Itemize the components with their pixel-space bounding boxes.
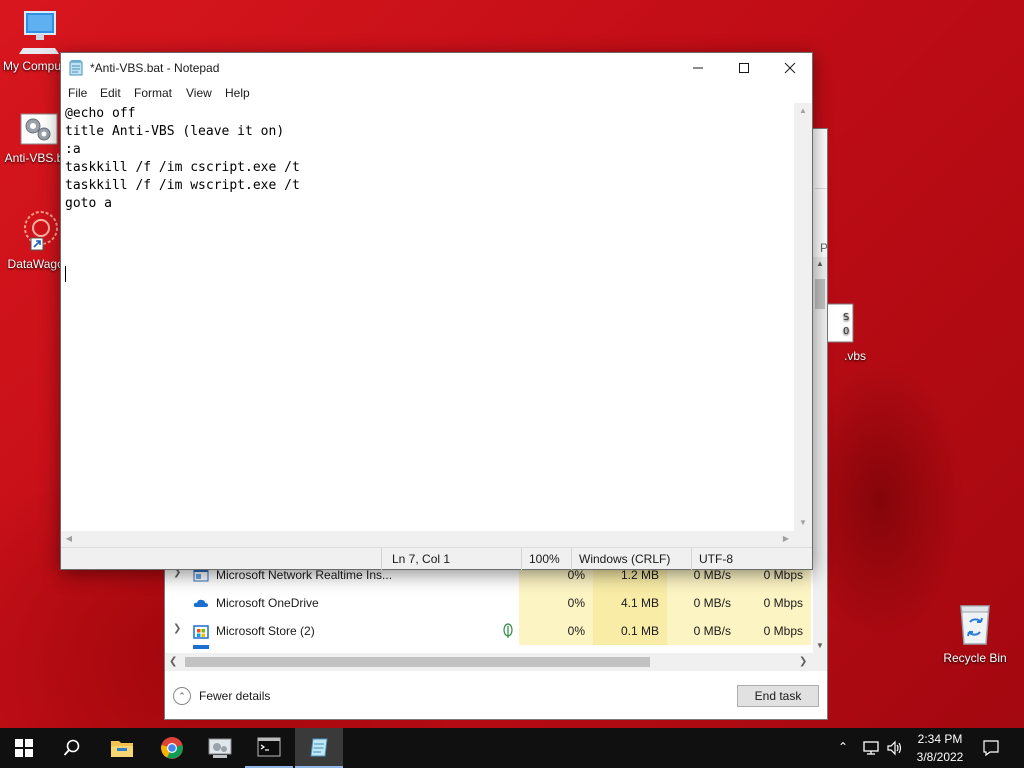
cursor-position: Ln 7, Col 1 xyxy=(392,552,451,566)
window-title: *Anti-VBS.bat - Notepad xyxy=(90,61,220,75)
disk-cell: 0 MB/s xyxy=(667,589,739,617)
scroll-right-arrow-icon[interactable]: ❯ xyxy=(799,653,807,671)
svg-text:S: S xyxy=(843,312,849,323)
taskbar: ⌃ 2:34 PM 3/8/2022 xyxy=(0,728,1024,768)
minimize-button[interactable] xyxy=(675,53,721,83)
expand-chevron-icon[interactable]: ❯ xyxy=(173,623,181,634)
computer-icon xyxy=(19,11,59,54)
table-row[interactable]: ❯ Microsoft Store (2) 0% 0.1 MB 0 MB/s 0… xyxy=(165,617,827,645)
scroll-left-arrow-icon[interactable]: ❮ xyxy=(169,653,177,671)
volume-icon[interactable] xyxy=(886,739,904,757)
scroll-up-arrow-icon[interactable]: ▲ xyxy=(794,103,812,119)
notification-icon[interactable] xyxy=(982,739,1000,757)
process-name: Microsoft Store (2) xyxy=(216,624,315,638)
cpu-cell: 0% xyxy=(519,589,593,617)
batch-file-icon xyxy=(20,113,58,145)
zoom-level: 100% xyxy=(529,552,560,566)
desktop-icon-label: Recycle Bin xyxy=(943,651,1007,665)
notepad-window[interactable]: *Anti-VBS.bat - Notepad File Edit Format… xyxy=(60,52,813,570)
notepad-icon xyxy=(69,60,83,76)
taskbar-notepad[interactable] xyxy=(295,728,343,768)
notepad-horizontal-scrollbar[interactable]: ◀ ▶ xyxy=(61,531,812,547)
menu-view[interactable]: View xyxy=(186,86,212,100)
encoding: UTF-8 xyxy=(699,552,733,566)
memory-cell: 0.1 MB xyxy=(593,617,667,645)
chrome-icon xyxy=(161,737,183,759)
recycle-bin-icon xyxy=(960,605,990,645)
shortcut-icon xyxy=(24,211,58,251)
status-divider xyxy=(571,548,572,570)
clock-time: 2:34 PM xyxy=(917,732,963,746)
menu-help[interactable]: Help xyxy=(225,86,250,100)
taskbar-command-prompt[interactable] xyxy=(245,728,293,768)
leaf-icon xyxy=(503,623,513,638)
start-button[interactable] xyxy=(0,728,48,768)
scroll-down-arrow-icon[interactable]: ▼ xyxy=(794,515,812,531)
scroll-thumb[interactable] xyxy=(815,279,825,309)
close-button[interactable] xyxy=(767,53,813,83)
search-icon xyxy=(63,739,80,756)
chevron-up-icon: ⌃ xyxy=(173,687,191,705)
disk-cell: 0 MB/s xyxy=(667,617,739,645)
system-clock[interactable]: 2:34 PM 3/8/2022 xyxy=(912,730,968,766)
task-manager-column-edge xyxy=(815,129,827,189)
menu-file[interactable]: File xyxy=(68,86,87,100)
end-task-button[interactable]: End task xyxy=(737,685,819,707)
notepad-vertical-scrollbar[interactable]: ▲ ▼ xyxy=(794,103,812,531)
maximize-button[interactable] xyxy=(721,53,767,83)
status-divider xyxy=(381,548,382,570)
status-bar: Ln 7, Col 1 100% Windows (CRLF) UTF-8 xyxy=(61,547,812,570)
text-editor-area[interactable]: @echo off title Anti-VBS (leave it on) :… xyxy=(61,103,794,531)
maximize-icon xyxy=(739,63,749,73)
process-name: Microsoft OneDrive xyxy=(216,596,319,610)
table-row[interactable]: Microsoft OneDrive 0% 4.1 MB 0 MB/s 0 Mb… xyxy=(165,589,827,617)
taskbar-chrome[interactable] xyxy=(148,728,196,768)
process-name: Microsoft Network Realtime Ins... xyxy=(216,568,393,582)
notepad-icon xyxy=(310,738,328,757)
task-manager-horizontal-scrollbar[interactable]: ❮ ❯ xyxy=(165,653,827,671)
menu-bar: File Edit Format View Help xyxy=(61,83,812,103)
scroll-up-arrow-icon[interactable]: ▲ xyxy=(813,257,827,271)
scroll-thumb[interactable] xyxy=(185,657,650,667)
menu-edit[interactable]: Edit xyxy=(100,86,121,100)
file-explorer-icon xyxy=(111,741,133,757)
fewer-details-link[interactable]: ⌃ Fewer details xyxy=(173,687,270,705)
control-panel-icon xyxy=(208,738,232,758)
network-cell: 0 Mbps xyxy=(739,617,811,645)
fewer-details-label: Fewer details xyxy=(199,689,271,703)
task-manager-header-fragment: P xyxy=(820,241,829,255)
scroll-right-arrow-icon[interactable]: ▶ xyxy=(778,531,794,547)
show-hidden-icons-button[interactable]: ⌃ xyxy=(838,740,848,754)
taskbar-control-panel[interactable] xyxy=(196,728,244,768)
desktop-icon-recycle-bin[interactable]: Recycle Bin xyxy=(934,600,1016,665)
status-divider xyxy=(521,548,522,570)
scroll-left-arrow-icon[interactable]: ◀ xyxy=(61,531,77,547)
script-file-icon: S 0 xyxy=(826,303,854,343)
svg-text:0: 0 xyxy=(843,326,849,337)
network-icon[interactable] xyxy=(862,739,880,757)
desktop: My Computer Anti-VBS.bat DataWagon S 0 .… xyxy=(0,0,1024,728)
onedrive-icon xyxy=(193,599,208,607)
chevron-up-icon: ⌃ xyxy=(838,740,849,754)
next-row-icon-fragment xyxy=(193,645,209,649)
line-ending: Windows (CRLF) xyxy=(579,552,671,566)
task-manager-footer: ⌃ Fewer details End task xyxy=(165,675,827,719)
cpu-cell: 0% xyxy=(519,617,593,645)
title-bar[interactable]: *Anti-VBS.bat - Notepad xyxy=(61,53,812,83)
menu-format[interactable]: Format xyxy=(134,86,172,100)
process-table: ❯ Microsoft Network Realtime Ins... 0% 1… xyxy=(165,561,827,651)
status-divider xyxy=(691,548,692,570)
store-icon xyxy=(193,625,209,639)
search-button[interactable] xyxy=(48,728,96,768)
close-icon xyxy=(784,62,796,74)
start-icon xyxy=(15,739,33,757)
cmd-icon xyxy=(257,737,281,757)
network-cell: 0 Mbps xyxy=(739,589,811,617)
taskbar-file-explorer[interactable] xyxy=(98,728,146,768)
text-caret xyxy=(65,266,66,282)
minimize-icon xyxy=(693,67,703,69)
clock-date: 3/8/2022 xyxy=(916,750,964,764)
memory-cell: 4.1 MB xyxy=(593,589,667,617)
